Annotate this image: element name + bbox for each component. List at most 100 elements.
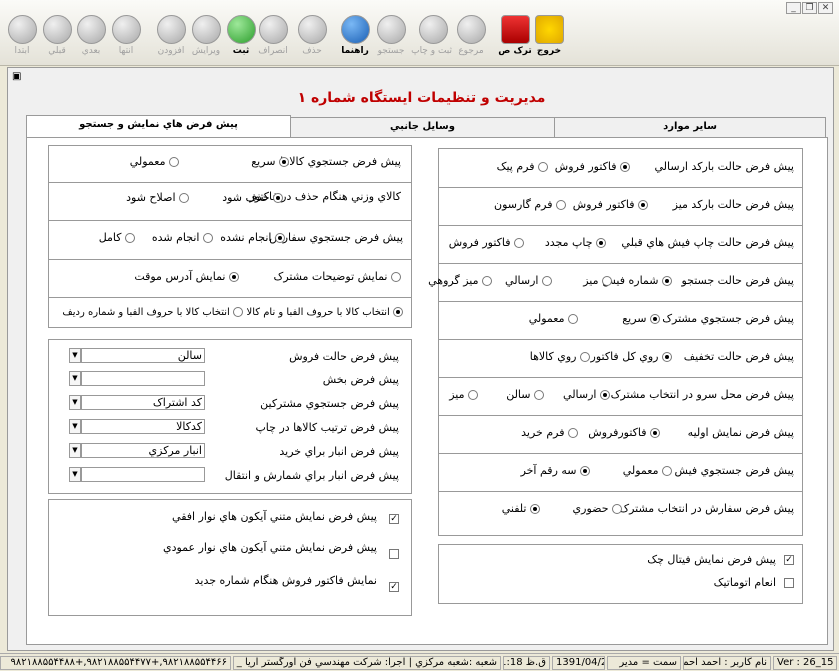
fiscal-check-checkbox[interactable]: ✓ (784, 555, 794, 565)
right-row-option[interactable]: سالن (506, 388, 544, 401)
select-field[interactable]: کدکالا (81, 419, 205, 434)
horizontal-bar-text-label: پيش فرض نمايش متني آيکون هاي نوار افقي (172, 510, 377, 523)
window-system-icon[interactable]: ▣ (12, 71, 21, 82)
exit-icon (534, 15, 564, 44)
select-item-by-row-option[interactable]: انتخاب کالا با حروف الفبا و شماره رديف (62, 307, 243, 318)
chevron-down-icon[interactable]: ▼ (69, 371, 81, 386)
select-item-by-name-option[interactable]: انتخاب کالا با حروف الفبا و نام کالا (247, 307, 403, 318)
toolbar-button-10[interactable]: افزودن (152, 15, 190, 63)
vertical-bar-text-checkbox[interactable] (389, 549, 399, 559)
right-row-option[interactable]: روي کل فاکتور (591, 350, 672, 363)
right-row-option[interactable]: فاکتور فروش (449, 236, 524, 249)
right-row-label: پيش فرض حالت چاپ فيش هاي قبلي (621, 236, 794, 249)
check-icon (226, 15, 256, 44)
right-row-option[interactable]: ارسالي (563, 388, 610, 401)
next-icon (76, 15, 106, 44)
toolbar-button-0[interactable]: خروج (530, 15, 568, 63)
first-icon (7, 15, 37, 44)
chevron-down-icon[interactable]: ▼ (69, 419, 81, 434)
select-label: پيش فرض بخش (322, 373, 399, 386)
toolbar-label: راهنما (341, 46, 369, 56)
right-row-option[interactable]: روي کالاها (530, 350, 590, 363)
toolbar-button-13[interactable]: قبلي (38, 15, 76, 63)
item-search-fast-option[interactable]: سريع (251, 155, 289, 168)
right-row-option[interactable]: فاکتور فروش (555, 160, 630, 173)
show-temp-address-option[interactable]: نمايش آدرس موقت (134, 270, 239, 283)
select-field[interactable]: انبار مرکزي (81, 443, 205, 458)
auto-tip-checkbox[interactable] (784, 578, 794, 588)
right-row-option[interactable]: حضوري (573, 502, 622, 515)
lock-icon (500, 15, 530, 44)
right-row-option[interactable]: سه رقم آخر (521, 464, 590, 477)
show-subscriber-notes-option[interactable]: نمايش توضيحات مشترک (273, 270, 401, 283)
right-row-label: پيش فرض جستجوي فيش (674, 464, 794, 477)
chevron-down-icon[interactable]: ▼ (69, 348, 81, 363)
minimize-icon[interactable]: _ (786, 2, 801, 14)
toolbar-button-8[interactable]: ثبت (222, 15, 260, 63)
right-row-option[interactable]: ميز (449, 388, 478, 401)
chevron-down-icon[interactable]: ▼ (69, 443, 81, 458)
add-icon (156, 15, 186, 44)
select-label: پيش فرض انبار براي خريد (279, 445, 399, 458)
toolbar-button-11[interactable]: انتها (107, 15, 145, 63)
select-field[interactable] (81, 371, 205, 386)
return-icon (456, 15, 486, 44)
right-row-option[interactable]: ميز (583, 274, 612, 287)
toolbar-label: ثبت (232, 46, 250, 56)
toolbar-button-12[interactable]: بعدي (72, 15, 110, 63)
right-row-option[interactable]: چاپ مجدد (545, 236, 606, 249)
right-row-option[interactable]: فرم گارسون (494, 198, 566, 211)
toolbar-button-9[interactable]: ويرايش (187, 15, 225, 63)
right-row-option[interactable]: معمولي (623, 464, 672, 477)
chevron-down-icon[interactable]: ▼ (69, 467, 81, 482)
restore-icon[interactable]: ❐ (802, 2, 817, 14)
chevron-down-icon[interactable]: ▼ (69, 395, 81, 410)
right-row-option[interactable]: ميز گروهي (428, 274, 492, 287)
order-not-done-option[interactable]: انجام نشده (220, 231, 285, 244)
right-row-option[interactable]: فاکتور فروش (573, 198, 648, 211)
close-icon[interactable]: ✕ (818, 2, 833, 14)
right-row-option[interactable]: فرم خريد (521, 426, 578, 439)
show-invoice-new-checkbox[interactable]: ✓ (389, 582, 399, 592)
select-field[interactable] (81, 467, 205, 482)
item-search-label: پيش فرض جستجوي کالاها (280, 155, 401, 168)
time-text: ق.ظ 11:18 (503, 656, 550, 670)
order-search-label: پيش فرض جستجوي سفارش (269, 231, 403, 244)
toolbar-button-14[interactable]: ابتدا (3, 15, 41, 63)
help-icon (340, 15, 370, 44)
right-row-label: پيش فرض نمايش اوليه (687, 426, 794, 439)
tab-other[interactable]: ساير موارد (554, 117, 826, 137)
select-label: پيش فرض جستجوي مشترکين (260, 397, 399, 410)
horizontal-bar-text-checkbox[interactable]: ✓ (389, 514, 399, 524)
right-row-option[interactable]: سريع (622, 312, 660, 325)
item-search-normal-option[interactable]: معمولي (130, 155, 179, 168)
right-row-option[interactable]: فرم پيک (497, 160, 548, 173)
weighted-delete-option[interactable]: حذف شود (222, 191, 283, 204)
tab-display-search[interactable]: پيش فرض هاي نمايش و جستجو (26, 115, 291, 138)
order-complete-option[interactable]: کامل (99, 231, 135, 244)
select-label: پيش فرض حالت فروش (289, 350, 399, 363)
right-row-label: پيش فرض محل سرو در انتخاب مشترک (610, 388, 794, 401)
right-row-label: پيش فرض حالت تخفيف (683, 350, 794, 363)
order-done-option[interactable]: انجام شده (152, 231, 213, 244)
toolbar-label: خروج (536, 46, 562, 56)
tab-peripherals[interactable]: وسايل جانبي (290, 117, 555, 137)
toolbar-label: حذف (302, 46, 322, 56)
delete-icon (297, 15, 327, 44)
toolbar-button-3[interactable]: ثبت و چاپ (411, 15, 452, 63)
right-row-option[interactable]: فاکتورفروش (588, 426, 660, 439)
toolbar-button-2[interactable]: مرجوع (452, 15, 490, 63)
weighted-edit-option[interactable]: اصلاح شود (126, 191, 189, 204)
select-field[interactable]: سالن (81, 348, 205, 363)
right-row-option[interactable]: ارسالي (505, 274, 552, 287)
toolbar-button-1[interactable]: ترک ص (496, 15, 534, 63)
right-row-option[interactable]: تلفني (502, 502, 540, 515)
toolbar-button-5[interactable]: راهنما (336, 15, 374, 63)
toolbar-button-6[interactable]: حذف (293, 15, 331, 63)
select-field[interactable]: کد اشتراک (81, 395, 205, 410)
right-row-option[interactable]: شماره فيش (602, 274, 672, 287)
toolbar-button-4[interactable]: جستجو (372, 15, 410, 63)
right-row-option[interactable]: معمولي (529, 312, 578, 325)
select-label: پيش فرض انبار براي شمارش و انتقال (224, 469, 399, 482)
date-text: 1391/04/27 (552, 656, 605, 670)
